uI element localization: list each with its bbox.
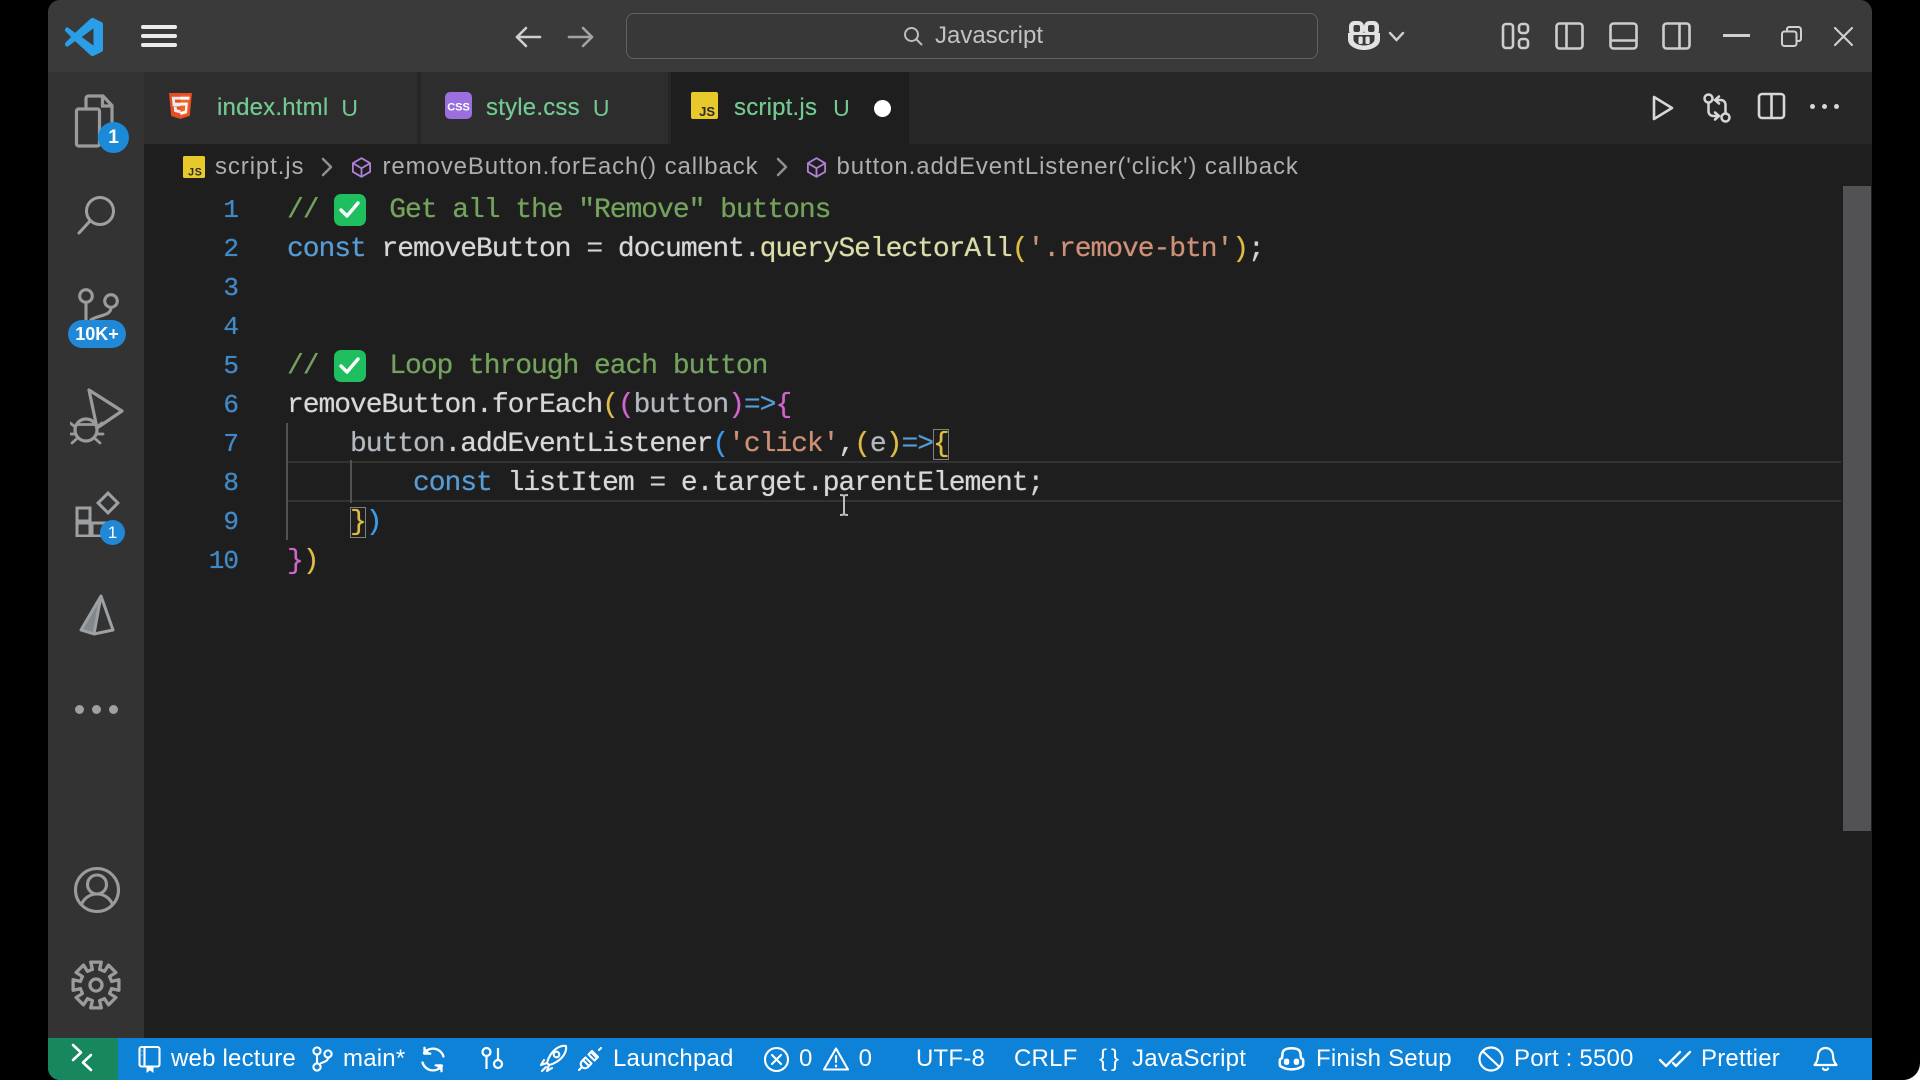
svg-text:JS: JS — [699, 104, 715, 119]
svg-text:JS: JS — [188, 167, 202, 178]
svg-text:CSS: CSS — [447, 102, 470, 114]
